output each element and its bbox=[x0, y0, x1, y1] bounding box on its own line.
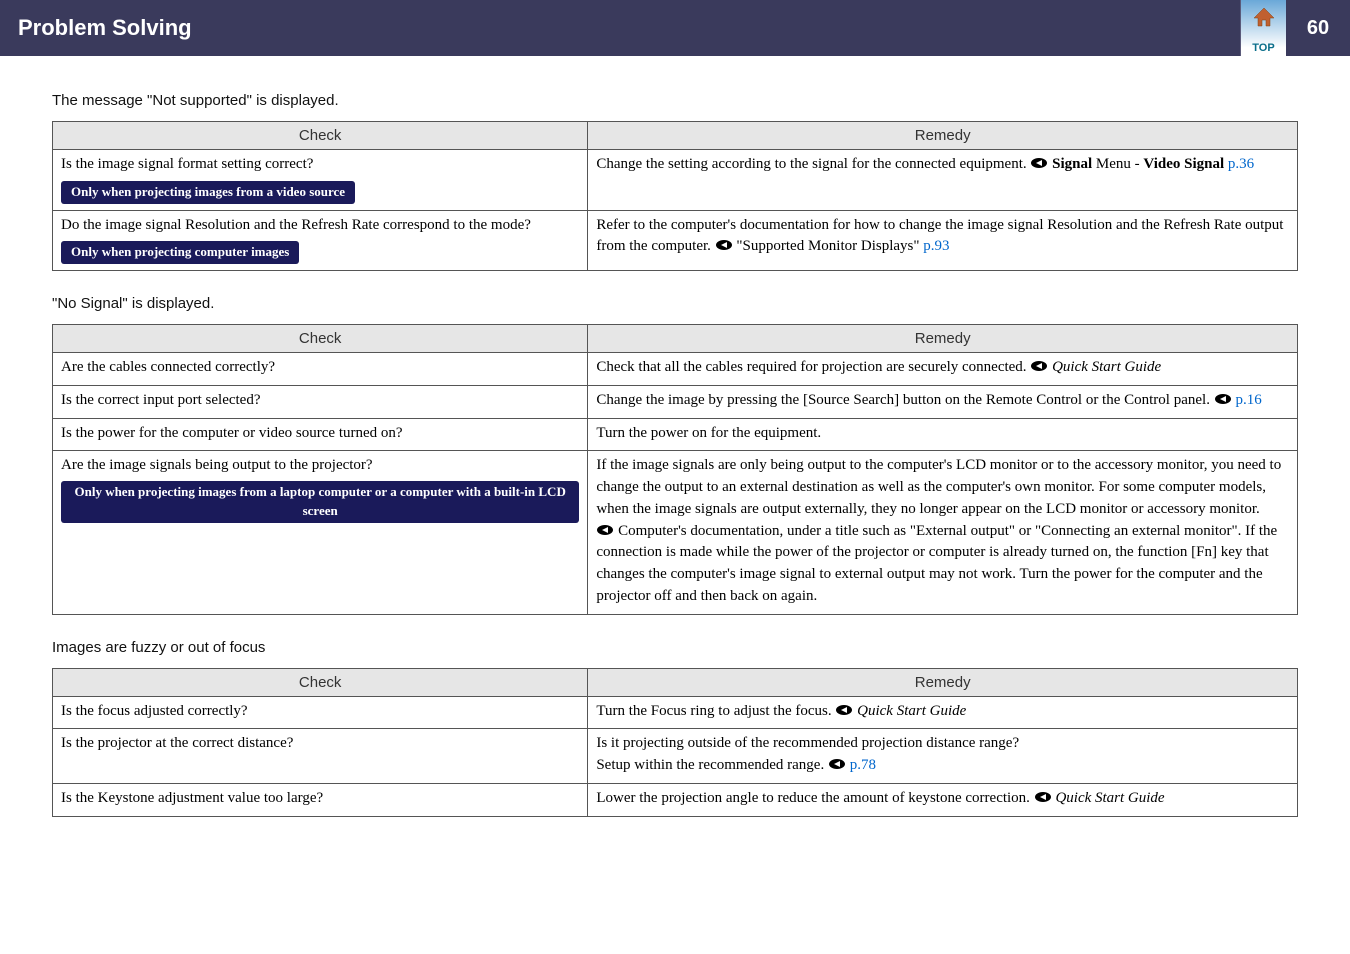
table-row: Is the Keystone adjustment value too lar… bbox=[53, 783, 1298, 816]
remedy-cell: Change the setting according to the sign… bbox=[588, 150, 1298, 211]
col-remedy: Remedy bbox=[588, 668, 1298, 696]
guide-ref: Quick Start Guide bbox=[857, 703, 966, 719]
pointer-icon bbox=[1034, 789, 1052, 801]
col-check: Check bbox=[53, 122, 588, 150]
table-row: Is the correct input port selected? Chan… bbox=[53, 385, 1298, 418]
remedy-cell: Turn the power on for the equipment. bbox=[588, 418, 1298, 451]
col-remedy: Remedy bbox=[588, 325, 1298, 353]
check-question: Are the image signals being output to th… bbox=[61, 455, 579, 477]
section1-title: The message "Not supported" is displayed… bbox=[52, 92, 1298, 109]
pointer-icon bbox=[828, 756, 846, 768]
section1-table: Check Remedy Is the image signal format … bbox=[52, 121, 1298, 271]
check-cell: Is the focus adjusted correctly? bbox=[53, 696, 588, 729]
menu-item: Video Signal bbox=[1143, 156, 1224, 172]
table-row: Is the image signal format setting corre… bbox=[53, 150, 1298, 211]
remedy-cell: If the image signals are only being outp… bbox=[588, 451, 1298, 614]
page-link[interactable]: p.93 bbox=[923, 238, 949, 254]
remedy-cell: Refer to the computer's documentation fo… bbox=[588, 210, 1298, 271]
condition-pill: Only when projecting images from a video… bbox=[61, 181, 355, 204]
section3-table: Check Remedy Is the focus adjusted corre… bbox=[52, 668, 1298, 817]
page-link[interactable]: p.78 bbox=[850, 757, 876, 773]
check-question: Do the image signal Resolution and the R… bbox=[61, 215, 579, 237]
check-cell: Is the projector at the correct distance… bbox=[53, 729, 588, 784]
check-cell: Is the correct input port selected? bbox=[53, 385, 588, 418]
remedy-para2-wrap: Computer's documentation, under a title … bbox=[596, 521, 1289, 608]
check-cell: Do the image signal Resolution and the R… bbox=[53, 210, 588, 271]
guide-ref: Quick Start Guide bbox=[1055, 790, 1164, 806]
pointer-icon bbox=[835, 702, 853, 714]
menu-name: Signal bbox=[1052, 156, 1092, 172]
page-link[interactable]: p.16 bbox=[1235, 392, 1261, 408]
table-row: Is the projector at the correct distance… bbox=[53, 729, 1298, 784]
check-cell: Are the cables connected correctly? bbox=[53, 353, 588, 386]
table-row: Are the image signals being output to th… bbox=[53, 451, 1298, 614]
remedy-cell: Check that all the cables required for p… bbox=[588, 353, 1298, 386]
col-remedy: Remedy bbox=[588, 122, 1298, 150]
page-link[interactable]: p.36 bbox=[1228, 156, 1254, 172]
remedy-quoted: "Supported Monitor Displays" bbox=[736, 238, 919, 254]
pointer-icon bbox=[1030, 358, 1048, 370]
remedy-para2: Computer's documentation, under a title … bbox=[596, 523, 1277, 604]
guide-ref: Quick Start Guide bbox=[1052, 359, 1161, 375]
check-cell: Is the power for the computer or video s… bbox=[53, 418, 588, 451]
remedy-line2: Setup within the recommended range. bbox=[596, 757, 828, 773]
remedy-para1: If the image signals are only being outp… bbox=[596, 455, 1289, 520]
pointer-icon bbox=[1214, 391, 1232, 403]
check-cell: Is the Keystone adjustment value too lar… bbox=[53, 783, 588, 816]
table-header-row: Check Remedy bbox=[53, 122, 1298, 150]
home-icon bbox=[1252, 6, 1276, 28]
remedy-mid: Menu - bbox=[1092, 156, 1143, 172]
top-label: TOP bbox=[1252, 42, 1274, 54]
top-nav-button[interactable]: TOP bbox=[1240, 0, 1286, 56]
content-area: The message "Not supported" is displayed… bbox=[0, 56, 1350, 861]
page-title: Problem Solving bbox=[18, 15, 192, 41]
section2-table: Check Remedy Are the cables connected co… bbox=[52, 324, 1298, 615]
header-right: TOP 60 bbox=[1240, 0, 1350, 56]
remedy-line1: Is it projecting outside of the recommen… bbox=[596, 733, 1289, 755]
col-check: Check bbox=[53, 668, 588, 696]
check-cell: Are the image signals being output to th… bbox=[53, 451, 588, 614]
col-check: Check bbox=[53, 325, 588, 353]
remedy-cell: Turn the Focus ring to adjust the focus.… bbox=[588, 696, 1298, 729]
remedy-cell: Is it projecting outside of the recommen… bbox=[588, 729, 1298, 784]
table-row: Is the focus adjusted correctly? Turn th… bbox=[53, 696, 1298, 729]
remedy-text: Change the setting according to the sign… bbox=[596, 156, 1030, 172]
remedy-line2-wrap: Setup within the recommended range. p.78 bbox=[596, 755, 1289, 777]
remedy-text: Check that all the cables required for p… bbox=[596, 359, 1030, 375]
condition-pill: Only when projecting computer images bbox=[61, 241, 299, 264]
section2-title: "No Signal" is displayed. bbox=[52, 295, 1298, 312]
remedy-text: Lower the projection angle to reduce the… bbox=[596, 790, 1033, 806]
remedy-text: Change the image by pressing the [Source… bbox=[596, 392, 1213, 408]
remedy-text: Turn the Focus ring to adjust the focus. bbox=[596, 703, 835, 719]
table-header-row: Check Remedy bbox=[53, 325, 1298, 353]
table-header-row: Check Remedy bbox=[53, 668, 1298, 696]
table-row: Is the power for the computer or video s… bbox=[53, 418, 1298, 451]
page-number: 60 bbox=[1286, 17, 1350, 40]
remedy-cell: Change the image by pressing the [Source… bbox=[588, 385, 1298, 418]
remedy-cell: Lower the projection angle to reduce the… bbox=[588, 783, 1298, 816]
section3-title: Images are fuzzy or out of focus bbox=[52, 639, 1298, 656]
pointer-icon bbox=[596, 522, 614, 534]
header-bar: Problem Solving TOP 60 bbox=[0, 0, 1350, 56]
pointer-icon bbox=[715, 237, 733, 249]
table-row: Are the cables connected correctly? Chec… bbox=[53, 353, 1298, 386]
check-cell: Is the image signal format setting corre… bbox=[53, 150, 588, 211]
condition-pill: Only when projecting images from a lapto… bbox=[61, 481, 579, 523]
table-row: Do the image signal Resolution and the R… bbox=[53, 210, 1298, 271]
pointer-icon bbox=[1030, 155, 1048, 167]
check-question: Is the image signal format setting corre… bbox=[61, 154, 579, 176]
